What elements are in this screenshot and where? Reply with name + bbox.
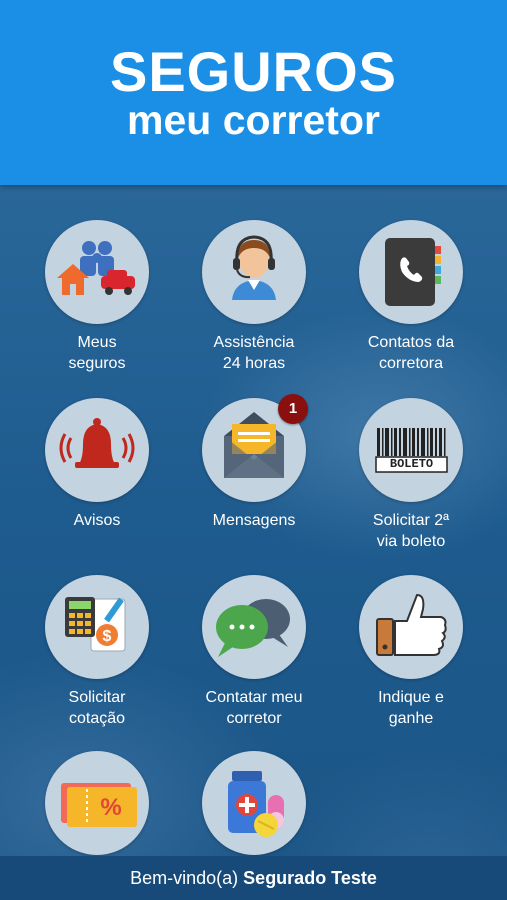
tile-label: Assistência 24 horas — [213, 334, 295, 372]
tile-descontos[interactable]: % — [22, 751, 172, 863]
phone-book-icon — [359, 220, 463, 324]
tile-label: Meus seguros — [68, 334, 126, 372]
chat-bubbles-icon — [202, 575, 306, 679]
thumbs-up-icon — [359, 575, 463, 679]
tile-boleto[interactable]: BOLETO Solicitar 2ª via boleto — [336, 398, 486, 552]
discount-ticket-icon: % — [45, 751, 149, 855]
tile-label: Contatar meu corretor — [205, 689, 303, 727]
headset-agent-icon — [202, 220, 306, 324]
tile-label: Avisos — [73, 512, 121, 529]
tile-cotacao[interactable]: $ Solicitar cotação — [22, 575, 172, 729]
tile-label: Mensagens — [212, 512, 296, 529]
tile-avisos[interactable]: Avisos — [22, 398, 172, 531]
envelope-icon: 1 — [202, 394, 308, 502]
user-name: Segurado Teste — [243, 868, 377, 888]
unread-badge: 1 — [278, 394, 308, 424]
tile-meus-seguros[interactable]: Meus seguros — [22, 220, 172, 374]
welcome-footer: Bem-vindo(a) Segurado Teste — [0, 856, 507, 900]
tile-contatos[interactable]: Contatos da corretora — [336, 220, 486, 374]
tile-mensagens[interactable]: 1 Mensagens — [179, 394, 329, 531]
tile-indique[interactable]: Indique e ganhe — [336, 575, 486, 729]
barcode-boleto-icon: BOLETO — [359, 398, 463, 502]
menu-grid: Meus seguros Assistência 24 horas Contat… — [0, 0, 507, 900]
calculator-document-icon: $ — [45, 575, 149, 679]
tile-label: Indique e ganhe — [378, 689, 444, 727]
tile-assistencia[interactable]: Assistência 24 horas — [179, 220, 329, 374]
barcode-text: BOLETO — [389, 457, 434, 471]
welcome-text: Bem-vindo(a) — [130, 868, 244, 888]
medicine-icon — [202, 751, 306, 855]
family-home-car-icon — [45, 220, 149, 324]
tile-label: Solicitar 2ª via boleto — [372, 512, 450, 550]
svg-text:%: % — [100, 794, 121, 821]
tile-contatar-corretor[interactable]: Contatar meu corretor — [179, 575, 329, 729]
alarm-bell-icon — [45, 398, 149, 502]
tile-label: Solicitar cotação — [68, 689, 126, 727]
tile-medicamentos[interactable] — [179, 751, 329, 863]
svg-text:$: $ — [103, 628, 112, 645]
tile-label: Contatos da corretora — [367, 334, 455, 372]
